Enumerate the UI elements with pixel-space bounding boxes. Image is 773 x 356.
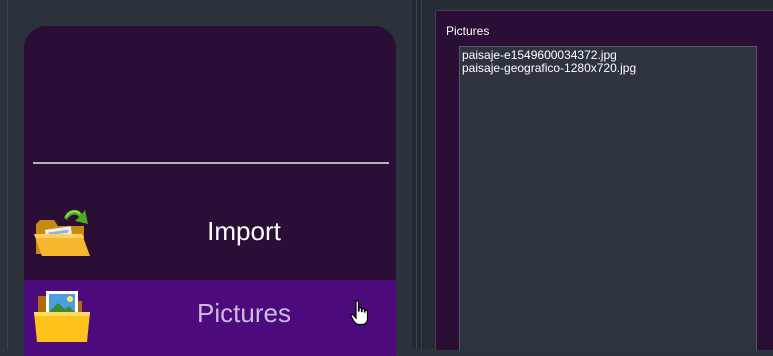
- nav-item-label: Import: [207, 216, 281, 246]
- splitter-line: [416, 0, 417, 349]
- file-list[interactable]: paisaje-e1549600034372.jpg paisaje-geogr…: [459, 46, 757, 351]
- hand-cursor-icon: [350, 300, 369, 326]
- navigation-menu: Import Pictures: [24, 26, 396, 356]
- group-title: Pictures: [446, 24, 490, 38]
- nav-divider: [33, 162, 389, 164]
- nav-item-label: Pictures: [197, 298, 291, 328]
- content-panel: Pictures paisaje-e1549600034372.jpg pais…: [424, 0, 773, 351]
- nav-item-pictures[interactable]: Pictures: [24, 280, 396, 356]
- splitter-line: [421, 0, 422, 349]
- list-item[interactable]: paisaje-geografico-1280x720.jpg: [460, 62, 756, 75]
- navigation-panel: Import Pictures: [0, 0, 412, 356]
- pictures-group-box: Pictures paisaje-e1549600034372.jpg pais…: [435, 10, 773, 351]
- panel-edge: [7, 0, 8, 349]
- folder-pictures-icon: [34, 291, 90, 342]
- panel-splitter[interactable]: [412, 0, 424, 349]
- nav-item-import[interactable]: Import: [24, 200, 396, 262]
- folder-import-icon: [34, 209, 90, 256]
